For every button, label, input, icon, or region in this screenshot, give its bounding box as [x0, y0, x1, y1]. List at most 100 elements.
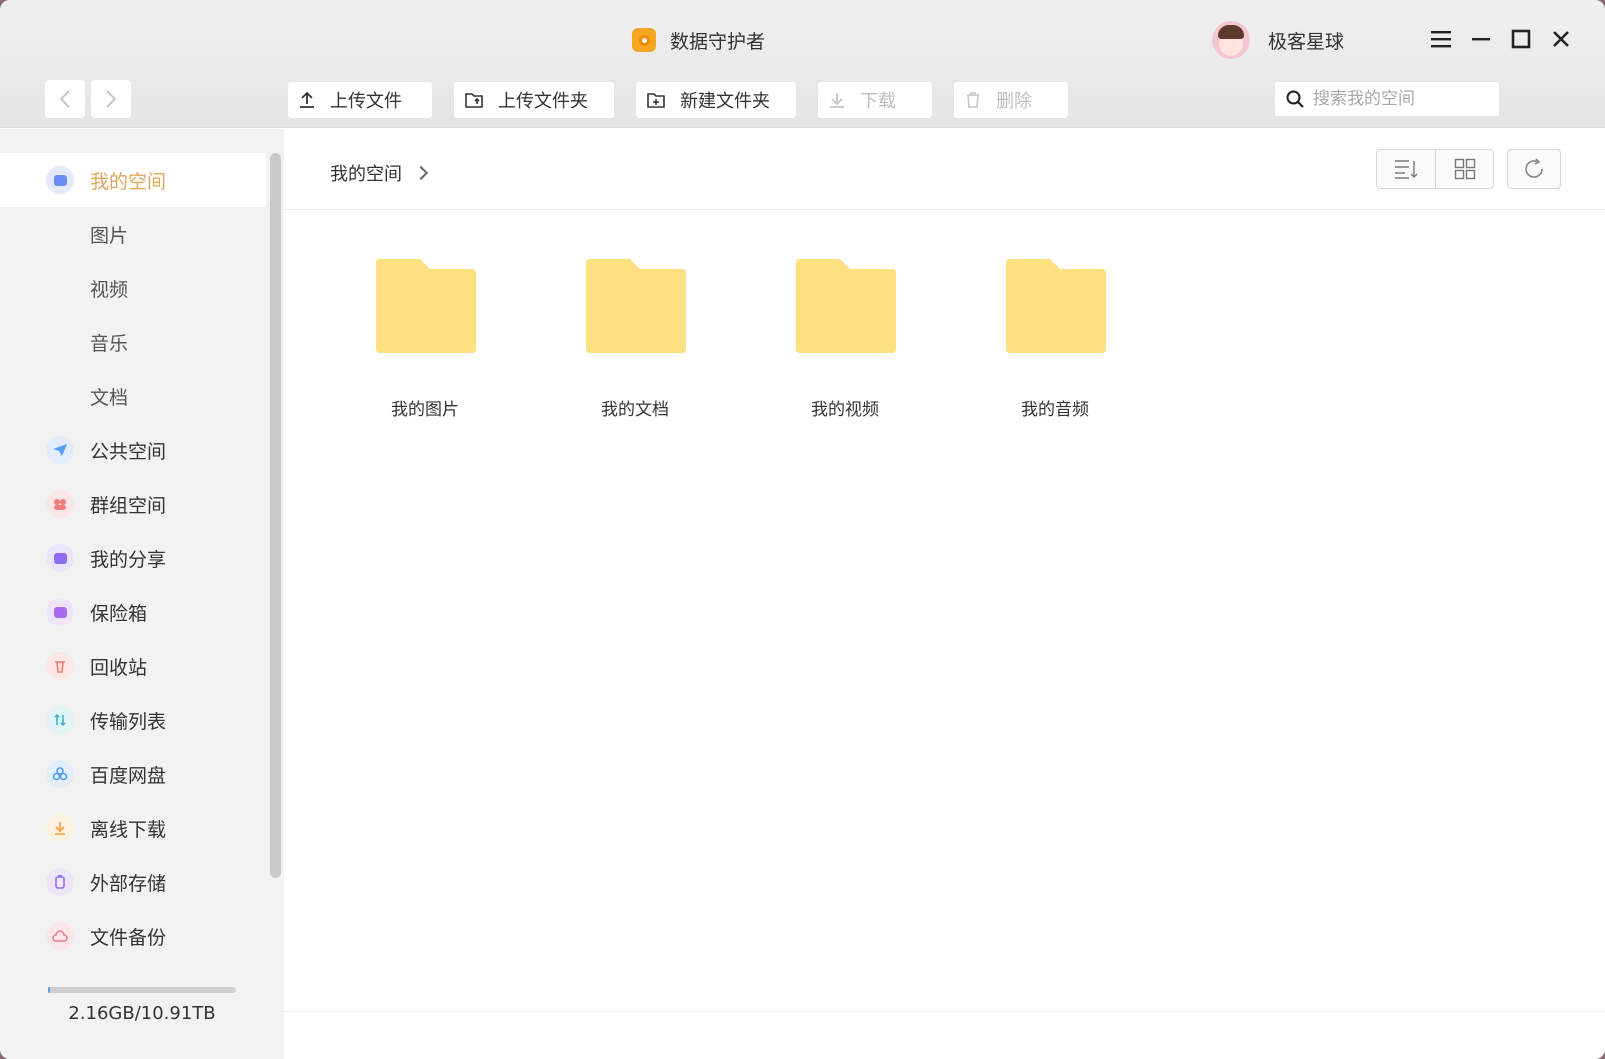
folder-name: 我的音频 — [1021, 400, 1089, 420]
sidebar-item-offline-download[interactable]: 离线下载 — [0, 801, 266, 855]
back-button[interactable] — [45, 80, 85, 118]
my-space-icon — [46, 166, 74, 194]
upload-folder-button[interactable]: 上传文件夹 — [454, 82, 614, 118]
sidebar-item-pictures[interactable]: 图片 — [0, 207, 266, 261]
grid-view-button[interactable] — [1435, 150, 1493, 188]
folder-name: 我的图片 — [391, 400, 459, 420]
sidebar-item-music[interactable]: 音乐 — [0, 315, 266, 369]
maximize-icon — [1511, 29, 1531, 49]
minimize-button[interactable] — [1468, 22, 1494, 56]
download-label: 下载 — [860, 91, 896, 112]
download-icon — [830, 93, 844, 108]
sidebar-item-my-space[interactable]: 我的空间 — [0, 153, 266, 207]
folder-grid: 我的图片 我的文档 我的视频 我的音频 — [320, 257, 1160, 420]
avatar[interactable] — [1212, 21, 1250, 59]
sidebar-item-label: 音乐 — [90, 332, 129, 355]
refresh-button[interactable] — [1507, 149, 1561, 189]
storage-quota-text: 2.16GB/10.91TB — [68, 1003, 216, 1024]
title-group: 数据守护者 — [632, 24, 765, 56]
search-input[interactable] — [1313, 89, 1483, 109]
download-icon — [46, 814, 74, 842]
search-icon — [1286, 90, 1304, 108]
sidebar-item-label: 百度网盘 — [90, 764, 167, 787]
sidebar-item-external-storage[interactable]: 外部存储 — [0, 855, 266, 909]
title-bar: 数据守护者 极客星球 上传文件 上传文件夹 新建文件夹 下载 删除 搜索我的空间 — [0, 0, 1605, 128]
folder-item[interactable]: 我的音频 — [950, 257, 1160, 420]
new-folder-icon — [647, 93, 665, 108]
external-storage-icon — [46, 868, 74, 896]
divider — [284, 209, 1605, 210]
sidebar-item-my-share[interactable]: 我的分享 — [0, 531, 266, 585]
chevron-right-icon — [106, 90, 117, 108]
sidebar-item-transfer-list[interactable]: 传输列表 — [0, 693, 266, 747]
folder-name: 我的视频 — [811, 400, 879, 420]
cloud-drive-icon — [46, 760, 74, 788]
divider — [284, 1011, 1605, 1012]
sidebar-item-documents[interactable]: 文档 — [0, 369, 266, 423]
sidebar: 我的空间 图片 视频 音乐 文档 公共空间 群组空间 我的分享 保险箱 回收站 … — [0, 129, 284, 1059]
sidebar-scrollbar[interactable] — [270, 153, 281, 878]
user-name[interactable]: 极客星球 — [1268, 27, 1344, 54]
menu-button[interactable] — [1428, 22, 1454, 56]
upload-file-button[interactable]: 上传文件 — [288, 82, 432, 118]
sidebar-item-safe[interactable]: 保险箱 — [0, 585, 266, 639]
app-title: 数据守护者 — [670, 30, 766, 53]
breadcrumb-item[interactable]: 我的空间 — [330, 160, 402, 186]
sidebar-item-label: 群组空间 — [90, 494, 167, 517]
view-toggle — [1376, 149, 1494, 189]
download-button[interactable]: 下载 — [818, 82, 932, 118]
group-icon — [46, 490, 74, 518]
sidebar-item-videos[interactable]: 视频 — [0, 261, 266, 315]
trash-icon — [967, 92, 979, 108]
folder-icon — [1006, 259, 1106, 353]
window-controls — [1428, 22, 1574, 56]
folder-icon — [796, 259, 896, 353]
folder-item[interactable]: 我的文档 — [530, 257, 740, 420]
safe-icon — [46, 598, 74, 626]
delete-label: 删除 — [996, 91, 1032, 112]
maximize-button[interactable] — [1508, 22, 1534, 56]
upload-icon — [300, 91, 314, 108]
search-box[interactable] — [1274, 81, 1500, 117]
new-folder-button[interactable]: 新建文件夹 — [636, 82, 796, 118]
sidebar-item-label: 我的分享 — [90, 548, 167, 571]
share-icon — [46, 544, 74, 572]
minimize-icon — [1472, 38, 1490, 41]
breadcrumb: 我的空间 — [330, 153, 429, 193]
sidebar-item-label: 文档 — [90, 386, 129, 409]
folder-item[interactable]: 我的图片 — [320, 257, 530, 420]
sort-list-icon — [1395, 160, 1418, 179]
sidebar-item-label: 我的空间 — [90, 170, 167, 193]
main-content: 我的空间 我的图片 我的文档 我的视频 我的音频 — [284, 129, 1605, 1059]
folder-item[interactable]: 我的视频 — [740, 257, 950, 420]
delete-button[interactable]: 删除 — [954, 82, 1068, 118]
hamburger-menu-icon — [1431, 31, 1451, 48]
grid-icon — [1454, 158, 1475, 180]
app-window: 数据守护者 极客星球 上传文件 上传文件夹 新建文件夹 下载 删除 搜索我的空间… — [0, 0, 1605, 1059]
folder-icon — [586, 259, 686, 353]
upload-file-label: 上传文件 — [330, 91, 402, 112]
forward-button[interactable] — [91, 80, 131, 118]
close-icon — [1553, 31, 1569, 47]
sidebar-item-group-space[interactable]: 群组空间 — [0, 477, 266, 531]
sidebar-item-label: 传输列表 — [90, 710, 167, 733]
close-button[interactable] — [1548, 22, 1574, 56]
chevron-left-icon — [59, 90, 70, 108]
sidebar-item-recycle-bin[interactable]: 回收站 — [0, 639, 266, 693]
sidebar-item-label: 回收站 — [90, 656, 148, 679]
sidebar-item-public-space[interactable]: 公共空间 — [0, 423, 266, 477]
sidebar-item-label: 外部存储 — [90, 872, 167, 895]
sidebar-item-baidu-drive[interactable]: 百度网盘 — [0, 747, 266, 801]
sidebar-item-label: 视频 — [90, 278, 129, 301]
folder-icon — [376, 259, 476, 353]
paper-plane-icon — [46, 436, 74, 464]
trash-icon — [46, 652, 74, 680]
storage-quota-bar — [48, 987, 236, 993]
sidebar-item-label: 公共空间 — [90, 440, 167, 463]
new-folder-label: 新建文件夹 — [680, 91, 770, 112]
user-menu[interactable]: 极客星球 — [1212, 20, 1344, 60]
list-view-button[interactable] — [1377, 150, 1435, 188]
sidebar-item-label: 图片 — [90, 224, 129, 247]
sidebar-item-label: 保险箱 — [90, 602, 148, 625]
sidebar-item-file-backup[interactable]: 文件备份 — [0, 909, 266, 963]
